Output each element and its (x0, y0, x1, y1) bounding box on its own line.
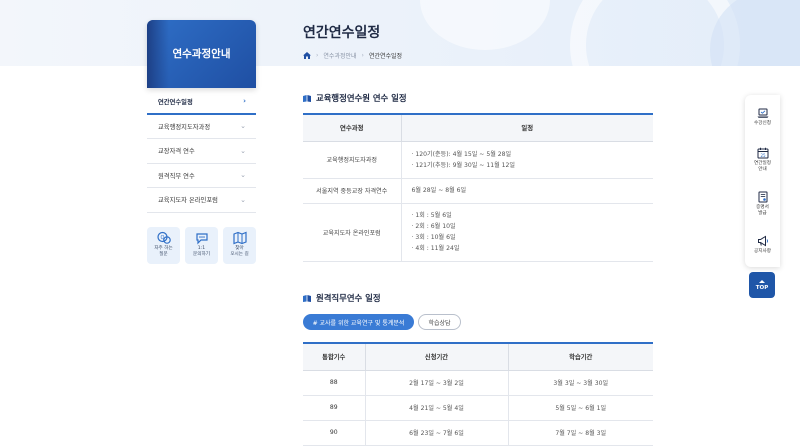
sidebar-header: 연수과정안내 (147, 20, 256, 88)
chevron-down-icon: ⌄ (240, 122, 246, 131)
hero-decoration (420, 0, 550, 50)
faq-label: 자주 하는 질문 (154, 246, 173, 257)
study-period: 7월 7일 ~ 8월 3일 (508, 420, 653, 446)
course-name: 서울지역 중등교장 자격연수 (303, 178, 402, 204)
study-period: 5월 5일 ~ 6월 1일 (508, 395, 653, 421)
quick-label: 연간일정 안내 (754, 161, 771, 172)
book-icon (303, 94, 311, 102)
page-title: 연간연수일정 (303, 25, 381, 41)
directions-label: 찾아 오시는 길 (230, 246, 249, 257)
column-header: 신청기간 (365, 343, 509, 371)
directions-button[interactable]: 찾아 오시는 길 (223, 227, 256, 264)
right-quick-bar: 수강신청 25 연간일정 안내 증명서 발급 공지사항 (745, 95, 780, 267)
sidebar-menu: 연간연수일정 › 교육행정지도자과정 ⌄ 교장자격 연수 ⌄ 원격직무 연수 ⌄… (147, 90, 256, 213)
table-row: 88 2월 17일 ~ 3월 2일 3월 3일 ~ 3월 30일 (303, 370, 653, 396)
laptop-icon (757, 108, 768, 118)
sidebar-item-label: 원격직무 연수 (158, 172, 195, 180)
inquiry-button[interactable]: 1:1 문의하기 (185, 227, 218, 264)
application-period: 2월 17일 ~ 3월 2일 (365, 370, 509, 396)
megaphone-icon (757, 235, 768, 247)
sidebar-item-admin-leader-course[interactable]: 교육행정지도자과정 ⌄ (147, 115, 256, 139)
cohort-number: 90 (303, 420, 366, 446)
home-icon[interactable] (303, 52, 311, 59)
breadcrumb: › 연수과정안내 › 연간연수일정 (303, 51, 402, 60)
scroll-top-button[interactable]: TOP (749, 272, 775, 298)
quick-label: 증명서 발급 (756, 205, 769, 216)
remote-training-table: 통합기수 신청기간 학습기간 88 2월 17일 ~ 3월 2일 3월 3일 ~… (303, 342, 653, 446)
schedule-line: · 2회 : 6월 10일 (411, 223, 456, 230)
schedule-line: · 3회 : 10월 6일 (411, 234, 456, 241)
breadcrumb-current: 연간연수일정 (368, 53, 403, 60)
schedule-cell: · 120기(춘등): 4월 15일 ~ 5월 28일 · 121기(추등): … (401, 141, 653, 179)
sidebar-item-label: 교육행정지도자과정 (158, 123, 211, 131)
calendar-icon: 25 (757, 147, 768, 159)
breadcrumb-separator: › (316, 52, 319, 59)
quick-label: 공지사항 (754, 249, 771, 254)
breadcrumb-separator: › (361, 52, 364, 59)
table-row: 교육행정지도자과정 · 120기(춘등): 4월 15일 ~ 5월 28일 · … (303, 141, 653, 179)
certificate-icon (758, 191, 767, 203)
schedule-line: · 4회 : 11월 24일 (411, 245, 460, 252)
table-row: 90 6월 23일 ~ 7월 6일 7월 7일 ~ 8월 3일 (303, 420, 653, 446)
notice-link[interactable]: 공지사항 (745, 235, 780, 255)
schedule-cell: 6월 28일 ~ 8월 6일 (401, 178, 653, 204)
schedule-line: · 120기(춘등): 4월 15일 ~ 5월 28일 (411, 150, 512, 158)
table-header-row: 통합기수 신청기간 학습기간 (303, 343, 653, 371)
sidebar-item-principal-training[interactable]: 교장자격 연수 ⌄ (147, 139, 256, 164)
sidebar-item-online-forum[interactable]: 교육지도자 온라인포럼 ⌄ (147, 188, 256, 213)
svg-text:25: 25 (760, 153, 766, 158)
inquiry-label: 1:1 문의하기 (193, 246, 210, 257)
sidebar-item-label: 연간연수일정 (158, 98, 193, 106)
schedule-line: 6월 28일 ~ 8월 6일 (411, 187, 467, 194)
column-header: 일정 (401, 114, 653, 142)
tab-learning-counsel[interactable]: 학습상담 (418, 314, 461, 330)
study-period: 3월 3일 ~ 3월 30일 (508, 370, 653, 396)
table-row: 서울지역 중등교장 자격연수 6월 28일 ~ 8월 6일 (303, 178, 653, 204)
sidebar-title: 연수과정안내 (172, 48, 231, 60)
chevron-down-icon: ⌄ (240, 146, 246, 155)
book-icon (303, 294, 311, 302)
table-row: 교육지도자 온라인포럼 · 1회 : 5월 6일 · 2회 : 6월 10일 ·… (303, 203, 653, 262)
column-header: 학습기간 (508, 343, 653, 371)
course-name: 교육행정지도자과정 (303, 141, 402, 179)
section-title: 원격직무연수 일정 (303, 292, 381, 304)
map-icon (232, 231, 247, 245)
hero-decoration (710, 0, 800, 66)
svg-text:Q: Q (160, 235, 164, 241)
schedule-line: · 1회 : 5월 6일 (411, 212, 452, 219)
course-registration-link[interactable]: 수강신청 (745, 107, 780, 127)
certificate-link[interactable]: 증명서 발급 (745, 191, 780, 216)
table-header-row: 연수과정 일정 (303, 114, 653, 142)
sidebar-item-label: 교육지도자 온라인포럼 (158, 197, 218, 205)
column-header: 연수과정 (303, 114, 402, 142)
cohort-number: 88 (303, 370, 366, 396)
faq-icon: Q (156, 231, 171, 244)
schedule-line: · 121기(추등): 9월 30일 ~ 11월 12일 (411, 161, 516, 169)
arrow-up-icon (759, 279, 765, 283)
schedule-cell: · 1회 : 5월 6일 · 2회 : 6월 10일 · 3회 : 10월 6일… (401, 203, 653, 262)
chevron-right-icon: › (243, 97, 246, 106)
top-label: TOP (755, 284, 769, 291)
sidebar-item-remote-training[interactable]: 원격직무 연수 ⌄ (147, 164, 256, 188)
cohort-number: 89 (303, 395, 366, 421)
chevron-down-icon: ⌄ (240, 171, 246, 180)
breadcrumb-item[interactable]: 연수과정안내 (323, 51, 356, 60)
faq-button[interactable]: Q 자주 하는 질문 (147, 227, 180, 264)
course-name: 교육지도자 온라인포럼 (303, 203, 402, 262)
sidebar-item-annual-schedule[interactable]: 연간연수일정 › (147, 90, 256, 115)
chevron-down-icon: ⌄ (240, 195, 246, 204)
table-row: 89 4월 21일 ~ 5월 4일 5월 5일 ~ 6월 1일 (303, 395, 653, 421)
section-title: 교육행정연수원 연수 일정 (303, 92, 407, 104)
application-period: 6월 23일 ~ 7월 6일 (365, 420, 509, 446)
application-period: 4월 21일 ~ 5월 4일 (365, 395, 509, 421)
sidebar-item-label: 교장자격 연수 (158, 148, 195, 156)
annual-schedule-link[interactable]: 25 연간일정 안내 (745, 147, 780, 172)
quick-label: 수강신청 (754, 121, 771, 126)
quick-links: Q 자주 하는 질문 1:1 문의하기 찾아 오시는 길 (147, 227, 256, 264)
tab-education-research[interactable]: # 교사를 위한 교육연구 및 통계분석 (303, 314, 414, 330)
training-schedule-table: 연수과정 일정 교육행정지도자과정 · 120기(춘등): 4월 15일 ~ 5… (303, 113, 653, 262)
chat-icon (195, 233, 208, 245)
column-header: 통합기수 (303, 343, 366, 371)
